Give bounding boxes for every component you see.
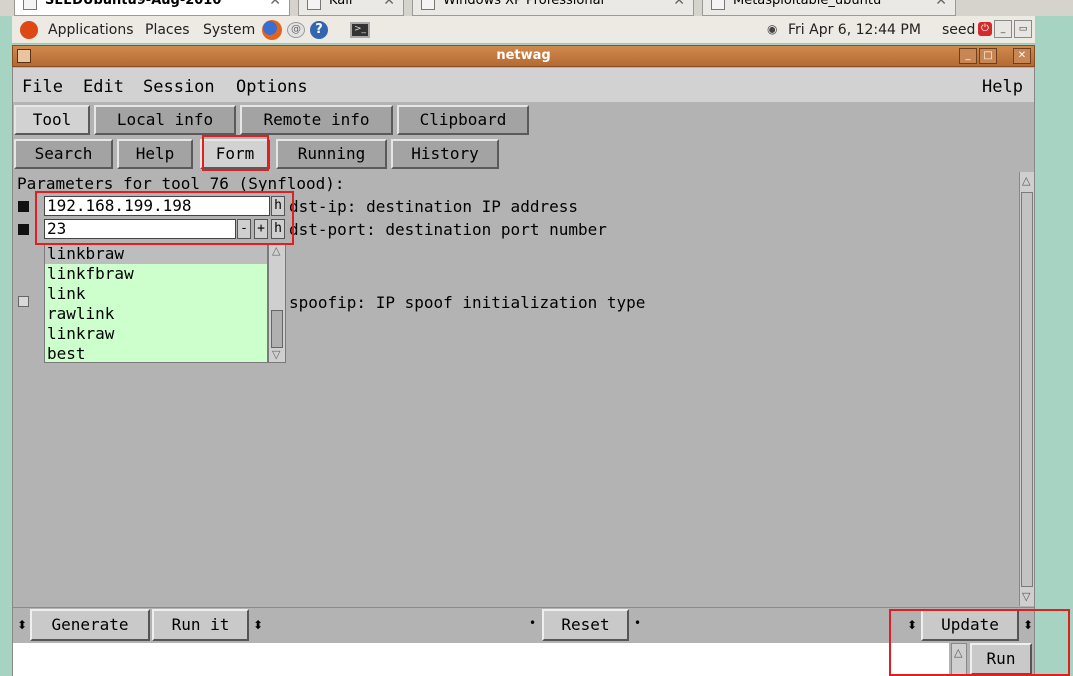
help-icon[interactable]: ? — [310, 21, 328, 39]
list-item[interactable]: linkfbraw — [45, 264, 267, 284]
menu-help[interactable]: Help — [982, 77, 1023, 97]
firefox-icon[interactable] — [262, 20, 282, 40]
dot-icon: • — [529, 616, 537, 630]
tab-local-info[interactable]: Local info — [94, 105, 236, 135]
vm-icon — [23, 0, 37, 10]
panel-menu-applications[interactable]: Applications — [48, 22, 134, 38]
tab-form[interactable]: Form — [200, 139, 270, 169]
panel-menu-places[interactable]: Places — [145, 22, 190, 38]
tab-search[interactable]: Search — [14, 139, 113, 169]
dst-port-checkbox[interactable] — [18, 224, 29, 235]
resize-arrow-icon[interactable]: ⬍ — [1023, 618, 1033, 632]
spoofip-label: spoofip: IP spoof initialization type — [289, 293, 646, 312]
resize-arrow-icon[interactable]: ⬍ — [253, 618, 263, 632]
list-item[interactable]: best — [45, 344, 267, 362]
resize-arrow-icon[interactable]: ⬍ — [17, 618, 27, 632]
close-window-icon[interactable]: ✕ — [1013, 48, 1031, 64]
run-button[interactable]: Run — [970, 643, 1032, 675]
menu-session[interactable]: Session — [143, 77, 215, 97]
panel-menu-system[interactable]: System — [203, 22, 255, 38]
scroll-down-icon[interactable]: ▽ — [1022, 590, 1030, 603]
window-title: netwag — [496, 48, 551, 63]
maximize-icon[interactable]: □ — [979, 48, 997, 64]
scrollbar-thumb[interactable] — [1021, 192, 1033, 587]
host-tab-metasploitable[interactable]: Metasploitable_ubuntu ✕ — [702, 0, 956, 16]
close-icon[interactable]: ✕ — [383, 0, 395, 8]
spoofip-listbox[interactable]: linkbraw linkfbraw link rawlink linkraw … — [44, 243, 268, 363]
scroll-up-icon[interactable]: △ — [954, 646, 962, 659]
list-item[interactable]: rawlink — [45, 304, 267, 324]
dst-port-decrement-button[interactable]: - — [237, 219, 251, 239]
gnome-panel: Applications Places System @ ? >_ ◉ Fri … — [12, 16, 1035, 44]
vm-icon — [421, 0, 435, 10]
panel-minimize-icon[interactable]: _ — [994, 20, 1012, 38]
update-button[interactable]: Update — [921, 609, 1019, 641]
terminal-icon[interactable]: >_ — [350, 22, 370, 38]
vm-icon — [307, 0, 321, 10]
host-tab-label: Metasploitable_ubuntu — [733, 0, 882, 8]
host-tab-strip: SEEDUbuntu9-Aug-2010 ✕ Kali ✕ Windows XP… — [0, 0, 1073, 16]
reset-button[interactable]: Reset — [542, 609, 629, 641]
output-scrollbar[interactable]: △ — [951, 643, 967, 676]
vm-icon — [711, 0, 725, 10]
menu-file[interactable]: File — [22, 77, 63, 97]
dot-icon: • — [634, 616, 642, 630]
tab-history[interactable]: History — [391, 139, 499, 169]
window-titlebar[interactable]: netwag _ □ ✕ — [12, 45, 1035, 67]
dst-ip-help-button[interactable]: h — [271, 196, 285, 216]
panel-clock[interactable]: Fri Apr 6, 12:44 PM — [788, 22, 921, 38]
spoofip-checkbox[interactable] — [18, 296, 29, 307]
tab-tool[interactable]: Tool — [14, 105, 90, 135]
network-icon[interactable]: ◉ — [767, 22, 777, 36]
form-scrollbar[interactable]: △ ▽ — [1019, 172, 1034, 606]
close-icon[interactable]: ✕ — [269, 0, 281, 8]
dst-ip-label: dst-ip: destination IP address — [289, 197, 578, 216]
host-tab-label: SEEDUbuntu9-Aug-2010 — [45, 0, 222, 8]
tab-running[interactable]: Running — [276, 139, 387, 169]
output-area[interactable] — [13, 643, 949, 676]
dst-ip-input[interactable]: 192.168.199.198 — [44, 196, 270, 216]
host-tab-seedubuntu[interactable]: SEEDUbuntu9-Aug-2010 ✕ — [14, 0, 290, 16]
dst-port-increment-button[interactable]: + — [254, 219, 268, 239]
scroll-down-icon[interactable]: ▽ — [272, 348, 280, 361]
tab-remote-info[interactable]: Remote info — [240, 105, 393, 135]
minimize-icon[interactable]: _ — [959, 48, 977, 64]
run-it-button[interactable]: Run it — [152, 609, 249, 641]
scrollbar-thumb[interactable] — [271, 310, 283, 348]
panel-user[interactable]: seed — [942, 22, 975, 38]
spoofip-scrollbar[interactable]: ▽ △ — [268, 243, 286, 363]
menubar: File Edit Session Options Help — [13, 68, 1034, 102]
dst-port-label: dst-port: destination port number — [289, 220, 607, 239]
dst-port-input[interactable]: 23 — [44, 219, 236, 239]
generate-button[interactable]: Generate — [30, 609, 150, 641]
close-icon[interactable]: ✕ — [673, 0, 685, 8]
host-tab-windows-xp[interactable]: Windows XP Professional ✕ — [412, 0, 694, 16]
close-icon[interactable]: ✕ — [935, 0, 947, 8]
menu-options[interactable]: Options — [236, 77, 308, 97]
dst-ip-checkbox[interactable] — [18, 201, 29, 212]
host-tab-label: Windows XP Professional — [443, 0, 605, 8]
tab-help[interactable]: Help — [117, 139, 193, 169]
menu-edit[interactable]: Edit — [83, 77, 124, 97]
panel-restore-icon[interactable]: ▭ — [1014, 20, 1032, 38]
dst-port-help-button[interactable]: h — [271, 219, 285, 239]
list-item[interactable]: linkbraw — [45, 244, 267, 264]
host-tab-kali[interactable]: Kali ✕ — [298, 0, 404, 16]
tab-clipboard[interactable]: Clipboard — [397, 105, 529, 135]
scroll-up-icon[interactable]: △ — [272, 244, 280, 257]
host-tab-label: Kali — [329, 0, 353, 8]
resize-arrow-icon[interactable]: ⬍ — [907, 618, 917, 632]
list-item[interactable]: link — [45, 284, 267, 304]
scroll-up-icon[interactable]: △ — [1022, 174, 1030, 187]
ubuntu-logo-icon[interactable] — [20, 21, 38, 39]
list-item[interactable]: linkraw — [45, 324, 267, 344]
mail-icon[interactable]: @ — [287, 22, 305, 38]
power-icon[interactable]: ⏻ — [978, 22, 992, 36]
form-heading: Parameters for tool 76 (Synflood): — [17, 174, 345, 193]
